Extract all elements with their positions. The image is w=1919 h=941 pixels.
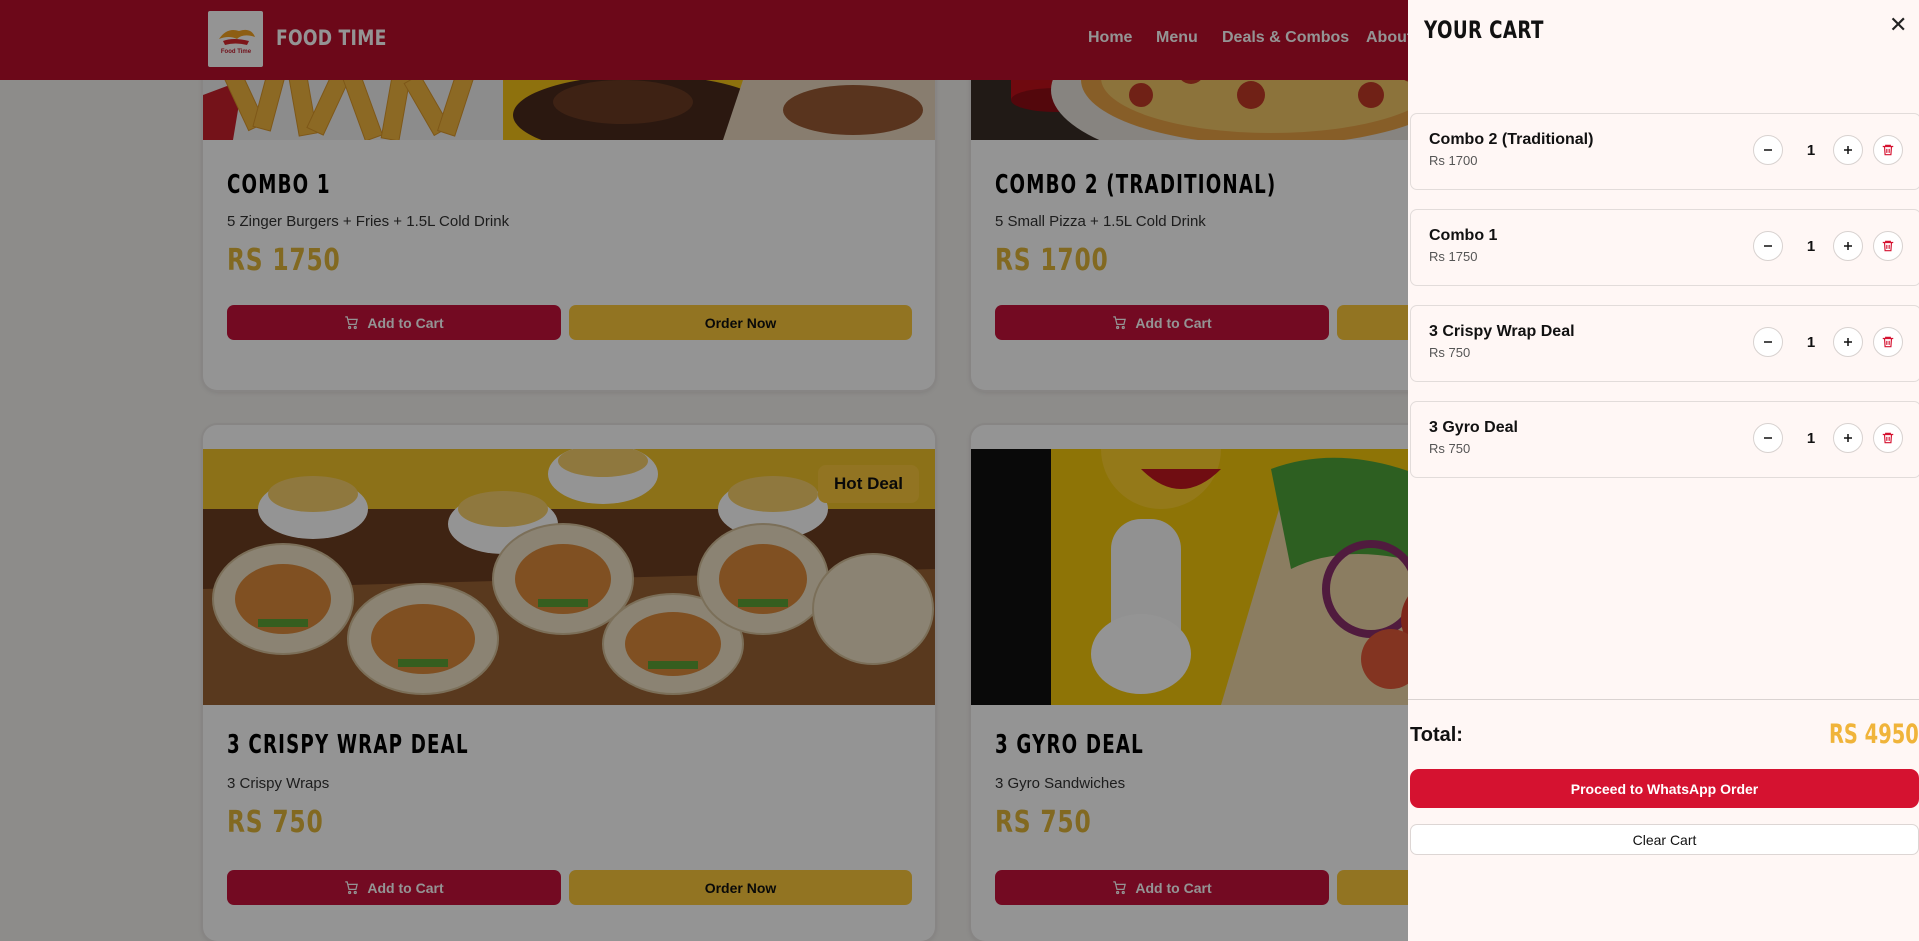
trash-icon — [1882, 240, 1894, 252]
whatsapp-order-button[interactable]: Proceed to WhatsApp Order — [1410, 769, 1919, 808]
cart-item-name: Combo 2 (Traditional) — [1429, 131, 1594, 148]
remove-item-button[interactable] — [1873, 423, 1903, 453]
plus-icon — [1844, 242, 1852, 250]
cart-item-quantity: 1 — [1806, 334, 1816, 351]
decrease-quantity-button[interactable] — [1753, 423, 1783, 453]
clear-cart-button[interactable]: Clear Cart — [1410, 824, 1919, 855]
cart-drawer: YOUR CART ✕ Combo 2 (Traditional) Rs 170… — [1408, 0, 1919, 941]
cart-item-name: Combo 1 — [1429, 227, 1498, 244]
cart-item: Combo 2 (Traditional) Rs 1700 1 — [1410, 113, 1919, 190]
remove-item-button[interactable] — [1873, 327, 1903, 357]
trash-icon — [1882, 336, 1894, 348]
cart-title: YOUR CART — [1424, 16, 1544, 44]
decrease-quantity-button[interactable] — [1753, 135, 1783, 165]
minus-icon — [1764, 341, 1772, 343]
cart-item-quantity: 1 — [1806, 238, 1816, 255]
cart-item-name: 3 Crispy Wrap Deal — [1429, 323, 1575, 340]
cart-divider — [1408, 699, 1919, 700]
remove-item-button[interactable] — [1873, 231, 1903, 261]
cart-total-label: Total: — [1410, 724, 1463, 746]
cart-item-quantity: 1 — [1806, 142, 1816, 159]
minus-icon — [1764, 149, 1772, 151]
minus-icon — [1764, 437, 1772, 439]
trash-icon — [1882, 144, 1894, 156]
plus-icon — [1844, 146, 1852, 154]
cart-item-price: Rs 1750 — [1429, 249, 1478, 264]
remove-item-button[interactable] — [1873, 135, 1903, 165]
decrease-quantity-button[interactable] — [1753, 231, 1783, 261]
cart-item: 3 Crispy Wrap Deal Rs 750 1 — [1410, 305, 1919, 382]
cart-item-quantity: 1 — [1806, 430, 1816, 447]
decrease-quantity-button[interactable] — [1753, 327, 1783, 357]
cart-item: Combo 1 Rs 1750 1 — [1410, 209, 1919, 286]
plus-icon — [1844, 434, 1852, 442]
cart-item-price: Rs 750 — [1429, 345, 1471, 360]
close-icon[interactable]: ✕ — [1889, 12, 1907, 38]
cart-item-name: 3 Gyro Deal — [1429, 419, 1518, 436]
cart-item-price: Rs 1700 — [1429, 153, 1478, 168]
increase-quantity-button[interactable] — [1833, 135, 1863, 165]
plus-icon — [1844, 338, 1852, 346]
minus-icon — [1764, 245, 1772, 247]
cart-item: 3 Gyro Deal Rs 750 1 — [1410, 401, 1919, 478]
increase-quantity-button[interactable] — [1833, 423, 1863, 453]
increase-quantity-button[interactable] — [1833, 327, 1863, 357]
increase-quantity-button[interactable] — [1833, 231, 1863, 261]
trash-icon — [1882, 432, 1894, 444]
cart-total-value: RS 4950 — [1829, 719, 1919, 750]
cart-item-price: Rs 750 — [1429, 441, 1471, 456]
